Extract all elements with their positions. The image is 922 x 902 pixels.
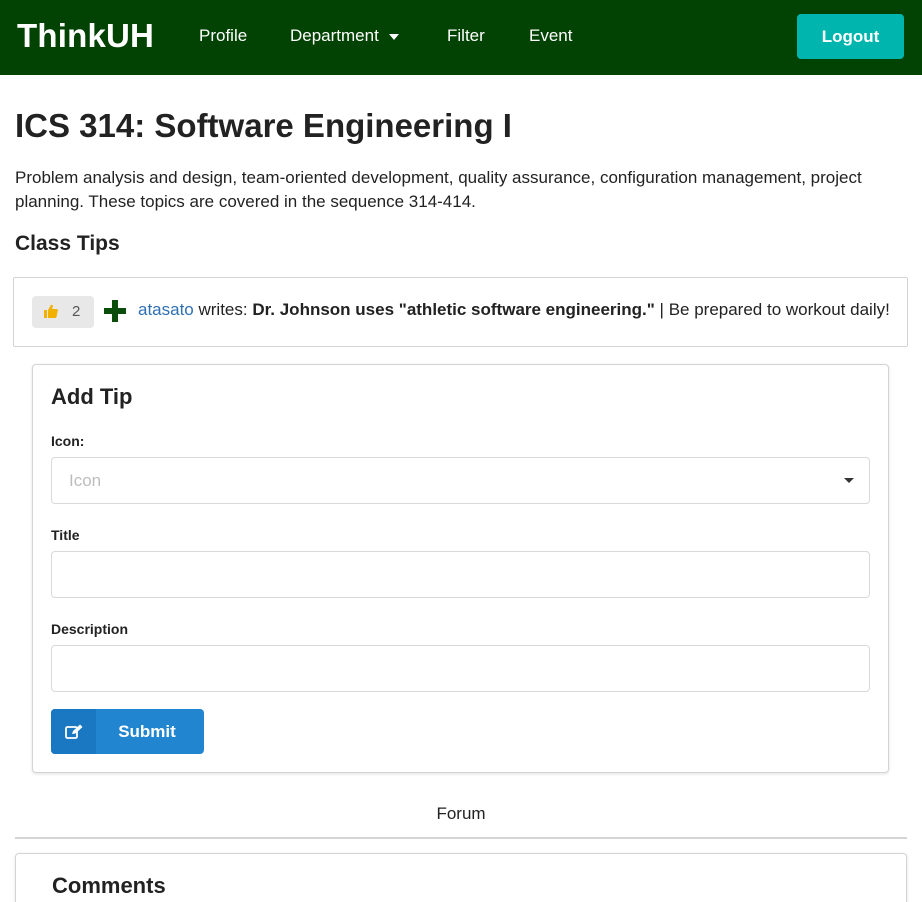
dropdown-caret-icon: [844, 478, 854, 483]
like-button[interactable]: 2: [32, 296, 94, 328]
description-input[interactable]: [51, 645, 870, 692]
chevron-down-icon: [388, 34, 399, 40]
nav-event[interactable]: Event: [529, 26, 572, 46]
tip-verb: writes:: [193, 300, 253, 319]
submit-button[interactable]: Submit: [51, 709, 204, 754]
thumbs-up-icon: [43, 304, 58, 321]
tip-description: | Be prepared to workout daily!: [654, 300, 890, 319]
tip-title: Dr. Johnson uses "athletic software engi…: [252, 300, 655, 319]
title-input[interactable]: [51, 551, 870, 598]
nav-department-dropdown[interactable]: Department: [290, 26, 399, 46]
tip-list-item: 2 atasato writes: Dr. Johnson uses "athl…: [13, 277, 908, 347]
comments-card: Comments: [15, 853, 907, 902]
course-description: Problem analysis and design, team-orient…: [15, 168, 862, 211]
nav-profile[interactable]: Profile: [199, 26, 247, 46]
forum-label: Forum: [436, 804, 486, 823]
icon-field-label: Icon:: [51, 433, 85, 449]
top-navbar: ThinkUH Profile Department Filter Event …: [0, 0, 922, 75]
tip-text: atasato writes: Dr. Johnson uses "athlet…: [138, 300, 890, 320]
submit-label: Submit: [118, 721, 176, 741]
icon-select[interactable]: Icon: [51, 457, 870, 504]
forum-divider: [15, 837, 907, 839]
like-count: 2: [72, 303, 81, 320]
tip-author-link[interactable]: atasato: [138, 300, 194, 319]
nav-department-label: Department: [290, 26, 379, 45]
edit-icon: [51, 709, 96, 754]
title-field-label: Title: [51, 527, 80, 543]
page-title: ICS 314: Software Engineering I: [15, 107, 512, 144]
class-tips-heading: Class Tips: [15, 232, 120, 255]
brand-logo[interactable]: ThinkUH: [17, 17, 154, 55]
comments-heading: Comments: [52, 873, 166, 898]
logout-button[interactable]: Logout: [797, 14, 904, 59]
add-tip-form: Add Tip Icon: Icon Title Description Sub…: [32, 364, 889, 773]
description-field-label: Description: [51, 621, 129, 637]
nav-filter[interactable]: Filter: [447, 26, 485, 46]
add-tip-heading: Add Tip: [51, 384, 133, 409]
icon-select-placeholder: Icon: [69, 470, 102, 490]
plus-icon[interactable]: [104, 300, 126, 322]
